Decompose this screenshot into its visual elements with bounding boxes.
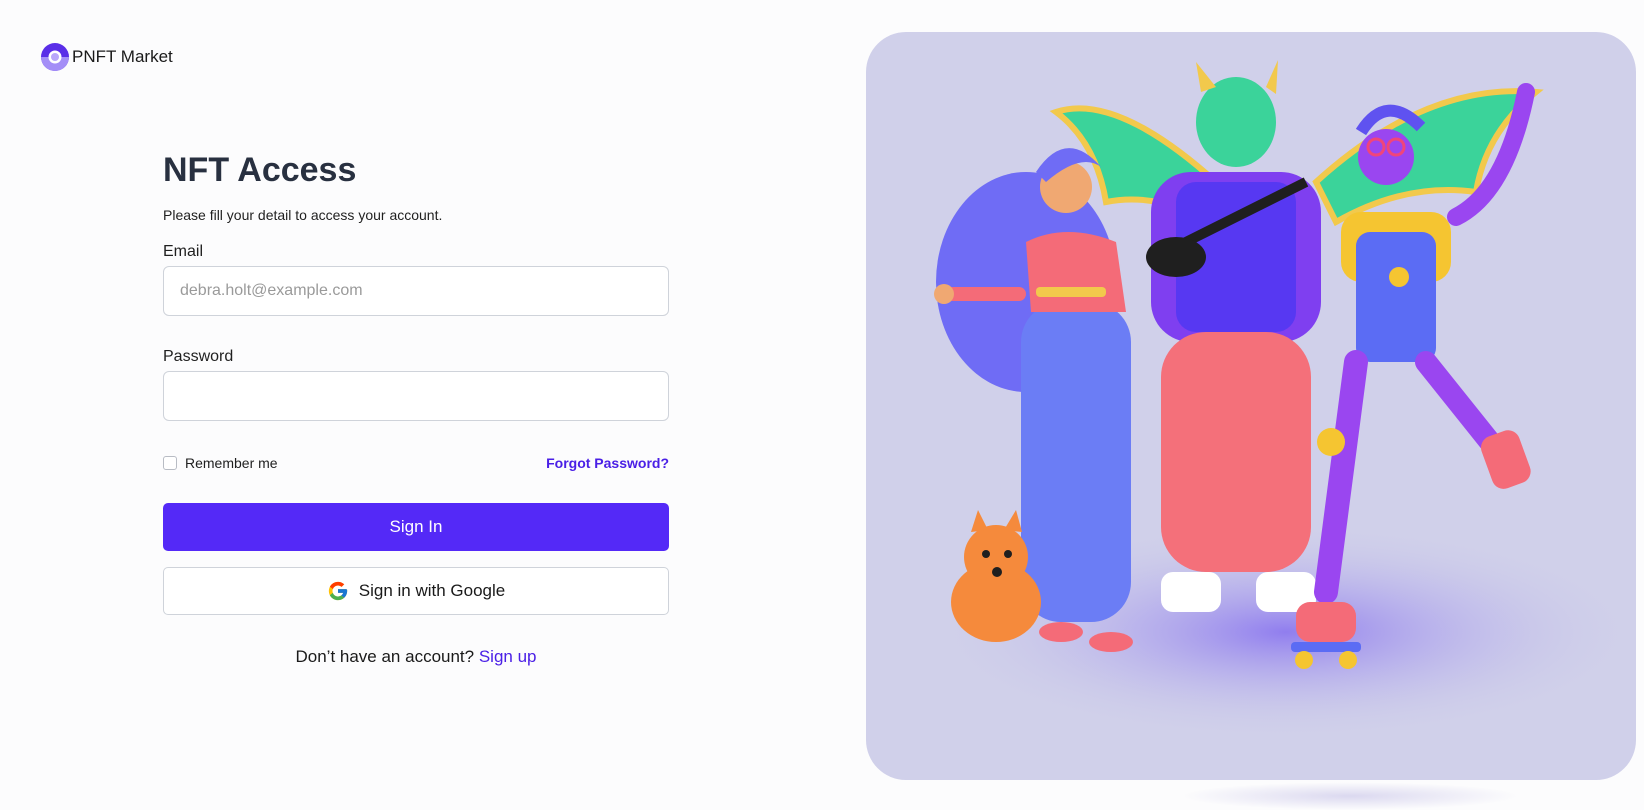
remember-me[interactable]: Remember me bbox=[163, 455, 278, 471]
app-logo[interactable]: PNFT Market bbox=[40, 42, 173, 72]
email-label: Email bbox=[163, 242, 204, 260]
signup-row: Don’t have an account? Sign up bbox=[163, 647, 669, 667]
nft-logo-icon bbox=[41, 43, 69, 71]
page-title: NFT Access bbox=[163, 151, 357, 189]
login-form: NFT Access Please fill your detail to ac… bbox=[163, 150, 669, 667]
google-sign-in-label: Sign in with Google bbox=[358, 580, 506, 600]
google-sign-in-button[interactable]: Sign in with Google bbox=[163, 566, 669, 615]
dragon-character bbox=[1146, 60, 1321, 612]
remember-label: Remember me bbox=[185, 454, 278, 471]
sign-in-button[interactable]: Sign In bbox=[163, 502, 669, 551]
email-field[interactable] bbox=[163, 265, 669, 316]
signup-prompt: Don’t have an account? bbox=[295, 646, 475, 666]
characters-illustration bbox=[926, 60, 1636, 742]
form-options-row: Remember me Forgot Password? bbox=[163, 453, 669, 473]
sign-up-link[interactable]: Sign up bbox=[479, 647, 537, 666]
hero-illustration bbox=[866, 32, 1636, 780]
hero-drop-shadow bbox=[1180, 782, 1520, 810]
app-name: PNFT Market bbox=[72, 47, 173, 66]
password-label: Password bbox=[163, 347, 234, 365]
google-icon bbox=[328, 581, 347, 600]
password-field[interactable] bbox=[163, 370, 669, 421]
remember-checkbox[interactable] bbox=[163, 455, 177, 470]
page-subtitle: Please fill your detail to access your a… bbox=[163, 206, 443, 223]
forgot-password-link[interactable]: Forgot Password? bbox=[546, 455, 669, 471]
